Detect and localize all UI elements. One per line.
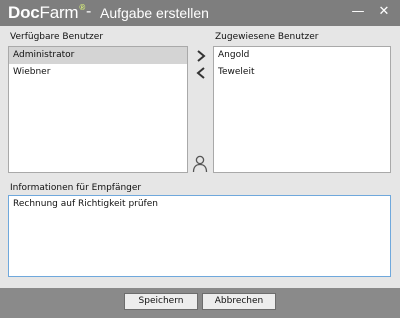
- title-bar: DocFarm® - Aufgabe erstellen — ✕: [0, 0, 400, 26]
- close-button[interactable]: ✕: [376, 4, 392, 20]
- info-label: Informationen für Empfänger: [10, 183, 142, 193]
- add-user-button[interactable]: [194, 49, 208, 63]
- dialog-body: Verfügbare Benutzer Administrator Wiebne…: [0, 26, 400, 288]
- title-separator: -: [86, 3, 92, 20]
- list-item-angold[interactable]: Angold: [214, 47, 390, 64]
- assigned-users-list[interactable]: Angold Teweleit: [213, 46, 391, 173]
- available-users-list[interactable]: Administrator Wiebner: [8, 46, 188, 173]
- close-icon: ✕: [378, 4, 390, 19]
- chevron-right-icon: [197, 50, 206, 62]
- docfarm-logo: DocFarm®: [8, 3, 85, 23]
- brand-registered: ®: [79, 3, 86, 12]
- window-title: Aufgabe erstellen: [100, 5, 209, 21]
- button-bar: Speichern Abbrechen: [0, 288, 400, 318]
- brand-doc: Doc: [8, 3, 40, 22]
- list-item-label: Angold: [218, 50, 250, 60]
- list-item-wiebner[interactable]: Wiebner: [9, 64, 187, 81]
- minimize-button[interactable]: —: [350, 4, 366, 20]
- chevron-left-icon: [196, 67, 205, 79]
- cancel-button[interactable]: Abbrechen: [202, 293, 276, 310]
- assigned-users-label: Zugewiesene Benutzer: [215, 32, 319, 42]
- list-item-teweleit[interactable]: Teweleit: [214, 64, 390, 81]
- list-item-label: Administrator: [13, 50, 75, 60]
- save-button[interactable]: Speichern: [124, 293, 198, 310]
- minimize-icon: —: [351, 4, 365, 19]
- info-textarea[interactable]: Rechnung auf Richtigkeit prüfen: [8, 195, 391, 277]
- available-users-label: Verfügbare Benutzer: [10, 32, 104, 42]
- list-item-label: Teweleit: [218, 67, 255, 77]
- remove-user-button[interactable]: [194, 66, 208, 80]
- list-item-administrator[interactable]: Administrator: [9, 47, 187, 64]
- person-icon[interactable]: [192, 155, 208, 173]
- brand-farm: Farm: [39, 3, 79, 22]
- list-item-label: Wiebner: [13, 67, 51, 77]
